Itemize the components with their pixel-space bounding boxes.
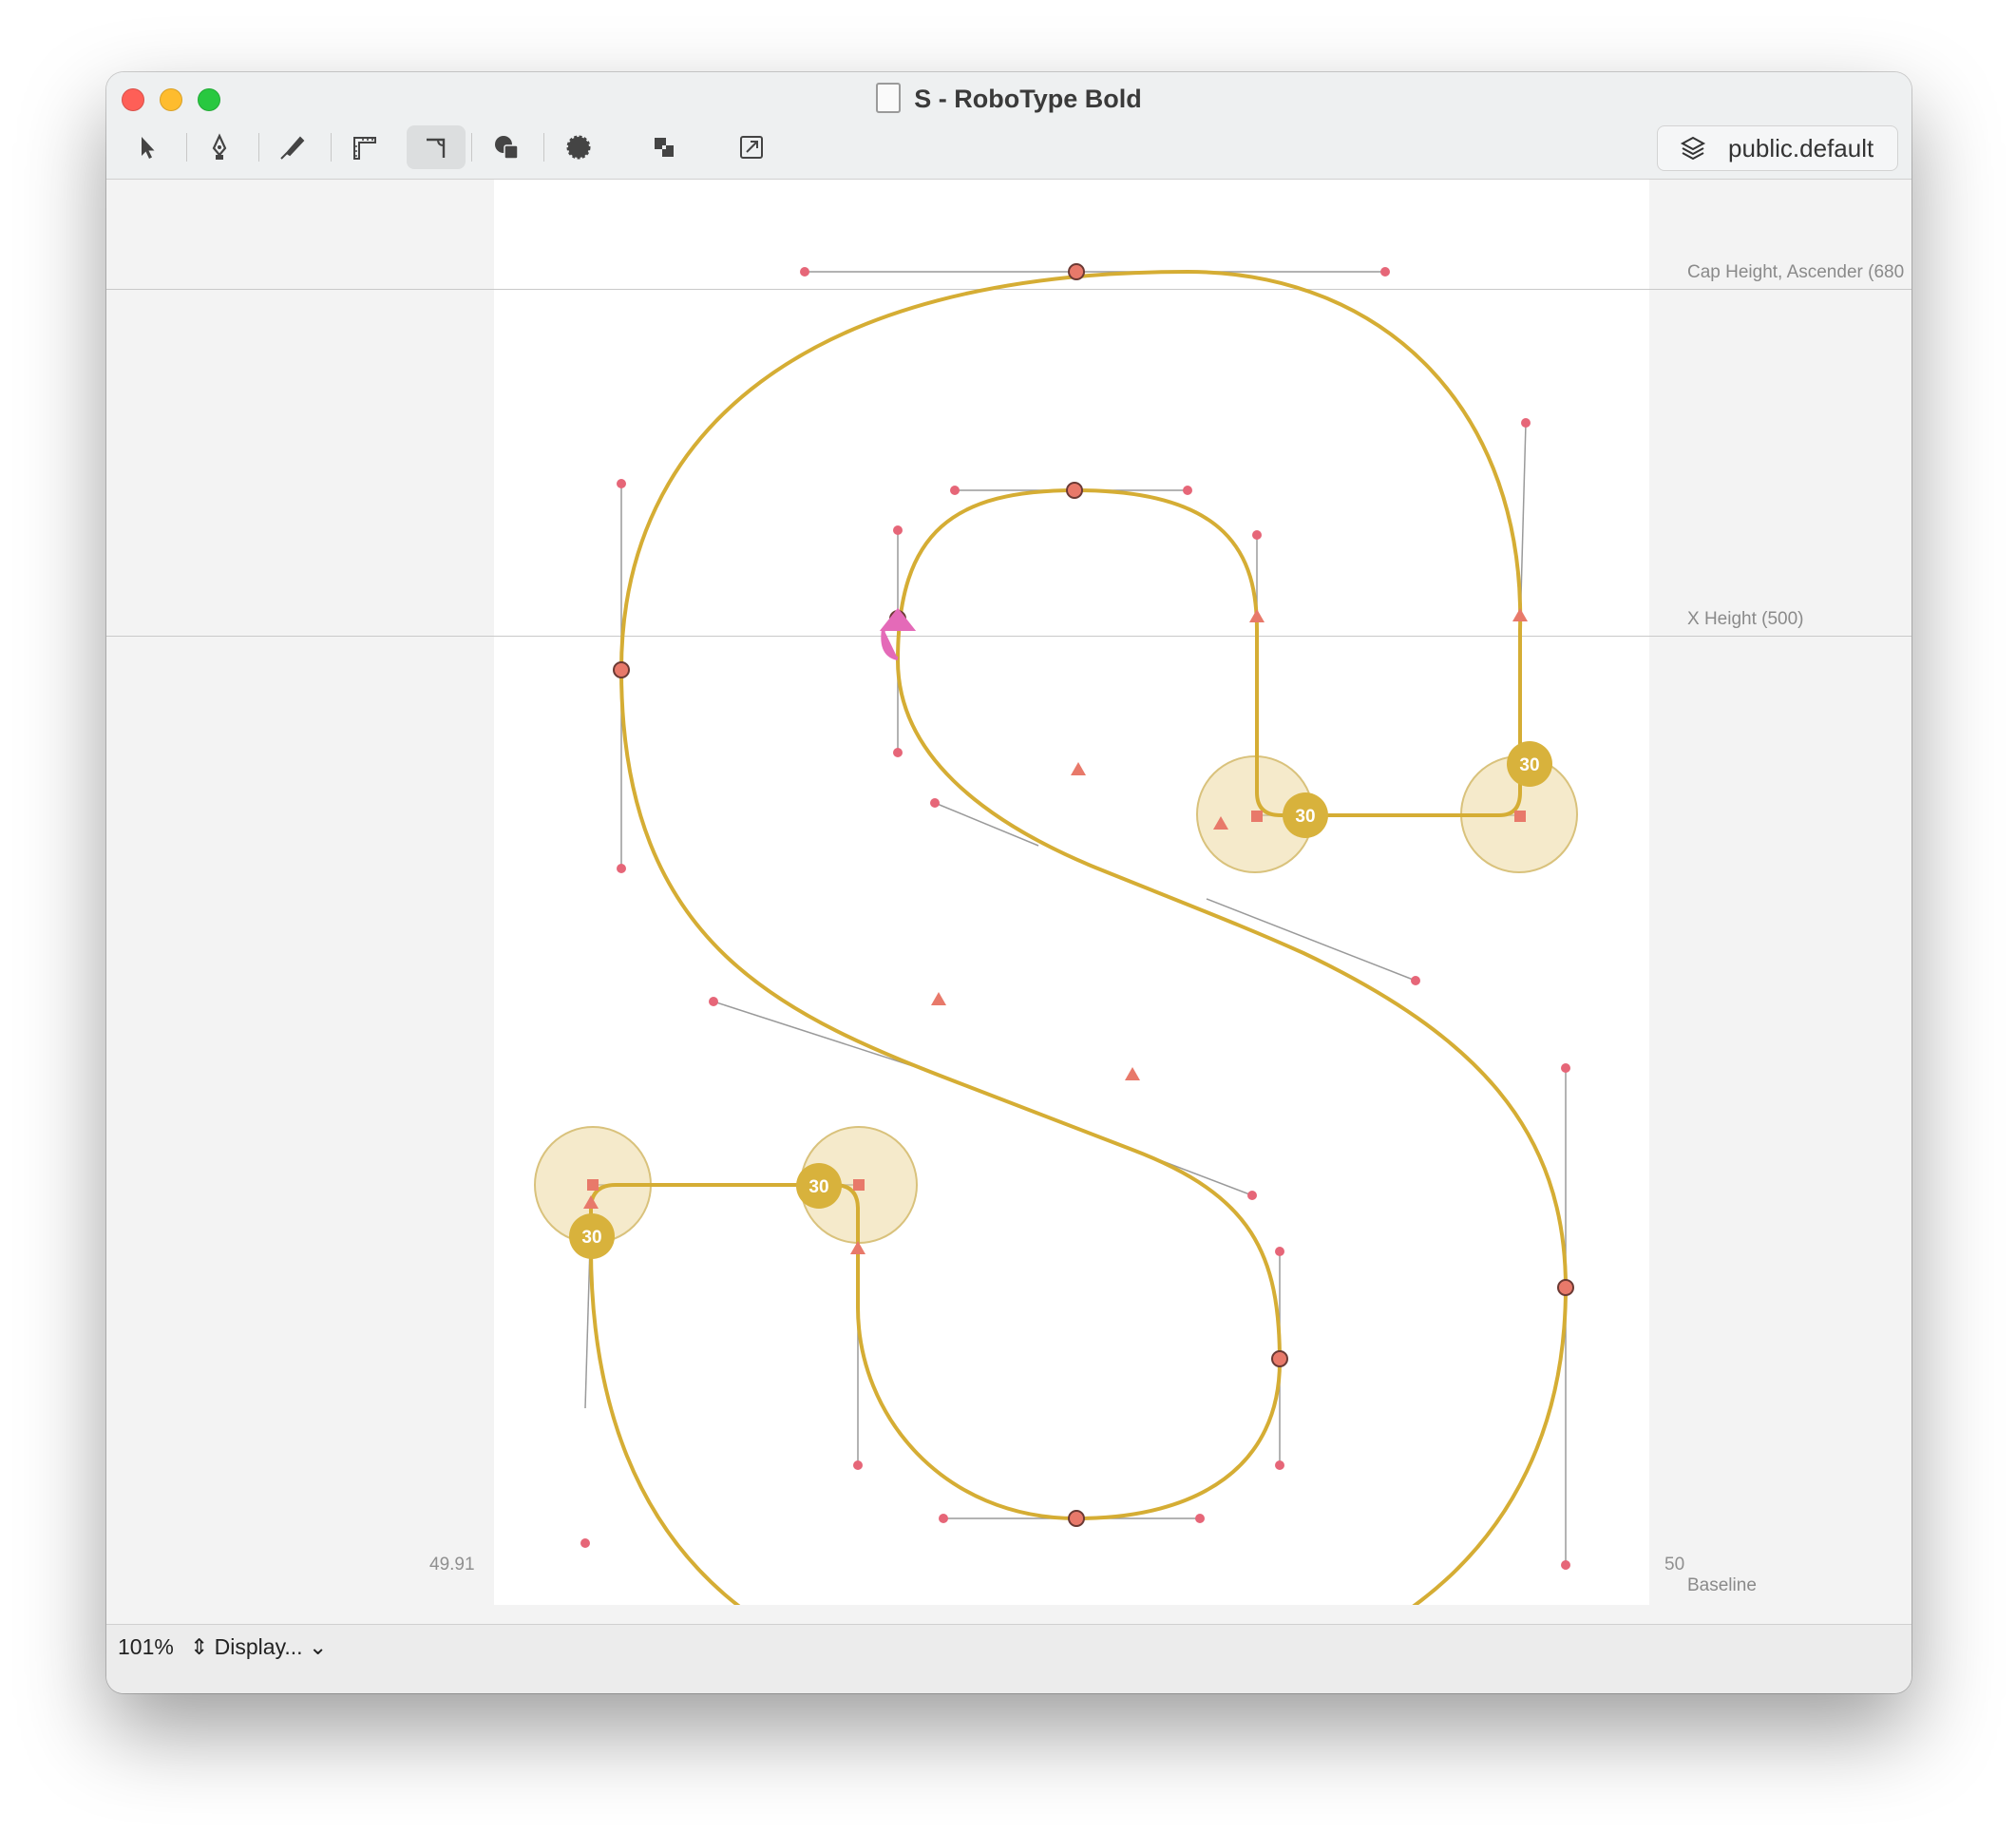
shapes-icon bbox=[495, 136, 519, 160]
corner-badge: 30 bbox=[1507, 741, 1552, 787]
title-bar: S - RoboType Bold public.default bbox=[106, 72, 1911, 180]
layer-selector-button[interactable]: public.default bbox=[1657, 125, 1898, 171]
on-curve-points bbox=[613, 263, 1574, 1527]
status-bar: 101% ⇕ Display... ⌄ bbox=[106, 1624, 1911, 1693]
corner-badge-value: 30 bbox=[1295, 807, 1315, 827]
corner-badge: 30 bbox=[796, 1163, 842, 1209]
zoom-level[interactable]: 101% bbox=[118, 1634, 174, 1660]
transform-icon bbox=[740, 136, 763, 159]
display-menu-label: Display... bbox=[214, 1634, 303, 1659]
pen-nib-icon bbox=[212, 133, 227, 160]
corner-icon bbox=[427, 138, 446, 158]
window-title: S - RoboType Bold bbox=[106, 82, 1911, 116]
arrow-pointer-icon bbox=[142, 137, 155, 159]
off-curve-points bbox=[580, 267, 1570, 1570]
glyph-outline-drawing[interactable]: 30 30 30 30 bbox=[106, 180, 1911, 1605]
corner-badge-value: 30 bbox=[581, 1228, 601, 1248]
glyph-outline-path bbox=[589, 270, 1568, 1605]
dashed-circle-icon bbox=[566, 135, 591, 160]
corner-points bbox=[587, 811, 1526, 1191]
ufo-document-icon bbox=[876, 83, 902, 113]
corner-badge-value: 30 bbox=[808, 1177, 828, 1197]
glyph-canvas[interactable]: Cap Height, Ascender (680 X Height (500)… bbox=[106, 180, 1911, 1605]
corner-badge-value: 30 bbox=[1519, 755, 1539, 775]
glyph-editor-window: S - RoboType Bold public.default Cap Hei… bbox=[106, 72, 1911, 1693]
window-title-text: S - RoboType Bold bbox=[914, 85, 1142, 113]
outline-tool-button[interactable] bbox=[549, 125, 608, 169]
corner-tool-button[interactable] bbox=[407, 125, 466, 169]
stepper-icon: ⇕ bbox=[190, 1634, 209, 1659]
knife-tool-button[interactable] bbox=[262, 125, 321, 169]
transform-tool-button[interactable] bbox=[722, 125, 781, 169]
ruler-icon bbox=[353, 137, 376, 160]
pen-tool-button[interactable] bbox=[190, 125, 249, 169]
overlap-tool-button[interactable] bbox=[635, 125, 694, 169]
off-curve-handles bbox=[584, 271, 1567, 1565]
chevron-down-icon: ⌄ bbox=[308, 1634, 328, 1659]
left-sidebearing-value: 49.91 bbox=[429, 1555, 475, 1574]
corner-badge: 30 bbox=[569, 1213, 615, 1259]
pointer-tool-button[interactable] bbox=[118, 125, 177, 169]
measure-tool-button[interactable] bbox=[334, 125, 393, 169]
direction-triangles bbox=[583, 608, 1528, 1254]
shapes-tool-button[interactable] bbox=[477, 125, 536, 169]
knife-icon bbox=[280, 136, 305, 160]
right-sidebearing-value: 50 bbox=[1664, 1555, 1685, 1574]
layer-name: public.default bbox=[1728, 133, 1874, 162]
layers-icon bbox=[1680, 136, 1706, 161]
display-menu[interactable]: ⇕ Display... ⌄ bbox=[190, 1634, 327, 1660]
corner-radius-circles bbox=[534, 755, 1578, 1244]
corner-badge: 30 bbox=[1283, 792, 1328, 838]
overlap-squares-icon bbox=[655, 138, 674, 157]
